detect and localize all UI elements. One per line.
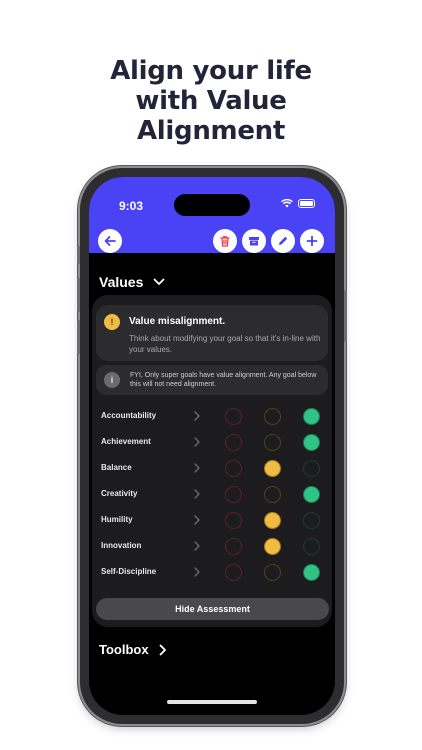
delete-button[interactable] xyxy=(213,229,237,253)
value-name: Self-Discipline xyxy=(101,567,157,576)
value-row[interactable]: Humility xyxy=(92,508,332,534)
rating-green-dot[interactable] xyxy=(303,538,320,555)
phone-volume-up xyxy=(77,278,80,312)
rating-green-dot[interactable] xyxy=(303,408,320,425)
rating-yellow-dot[interactable] xyxy=(264,512,281,529)
wifi-icon xyxy=(281,199,293,208)
value-row[interactable]: Accountability xyxy=(92,404,332,430)
values-section-toggle[interactable]: Values xyxy=(99,274,165,290)
value-name: Creativity xyxy=(101,489,138,498)
rating-green-dot[interactable] xyxy=(303,434,320,451)
rating-red-dot[interactable] xyxy=(225,538,242,555)
hide-assessment-button[interactable]: Hide Assessment xyxy=(96,598,329,620)
phone-volume-down xyxy=(77,320,80,354)
top-bar: 9:03 xyxy=(89,177,335,253)
warning-icon: ! xyxy=(104,314,120,330)
values-section-title: Values xyxy=(99,274,144,290)
phone-action-button xyxy=(77,246,80,264)
headline-line-3: Alignment xyxy=(136,116,286,146)
chevron-right-icon xyxy=(194,437,200,447)
rating-red-dot[interactable] xyxy=(225,408,242,425)
rating-yellow-dot[interactable] xyxy=(264,486,281,503)
rating-green-dot[interactable] xyxy=(303,564,320,581)
arrow-left-icon xyxy=(104,236,116,246)
value-name: Innovation xyxy=(101,541,142,550)
values-panel: ! Value misalignment. Think about modify… xyxy=(92,295,332,627)
fyi-note: i FYI, Only super goals have value align… xyxy=(96,365,328,395)
rating-green-dot[interactable] xyxy=(303,512,320,529)
back-button[interactable] xyxy=(98,229,122,253)
chevron-right-icon xyxy=(194,515,200,525)
archive-icon xyxy=(249,237,259,246)
dynamic-island xyxy=(174,194,250,216)
rating-green-dot[interactable] xyxy=(303,486,320,503)
headline-line-2: with Value xyxy=(135,86,287,116)
phone-frame: 9:03 Values ! Value misalignment. Think … xyxy=(77,168,347,724)
headline: Align your life with Value Alignment xyxy=(0,56,422,146)
rating-red-dot[interactable] xyxy=(225,564,242,581)
chevron-right-icon xyxy=(194,489,200,499)
phone-power-button xyxy=(344,290,347,342)
value-name: Balance xyxy=(101,463,132,472)
misalignment-alert: ! Value misalignment. Think about modify… xyxy=(96,305,328,361)
value-row[interactable]: Creativity xyxy=(92,482,332,508)
value-name: Achievement xyxy=(101,437,151,446)
value-row[interactable]: Self-Discipline xyxy=(92,560,332,586)
rating-red-dot[interactable] xyxy=(225,512,242,529)
rating-yellow-dot[interactable] xyxy=(264,564,281,581)
chevron-right-icon xyxy=(194,567,200,577)
fyi-text: FYI, Only super goals have value alignme… xyxy=(130,372,317,388)
status-time: 9:03 xyxy=(119,199,144,213)
edit-button[interactable] xyxy=(271,229,295,253)
home-indicator xyxy=(167,700,257,704)
value-row[interactable]: Innovation xyxy=(92,534,332,560)
chevron-down-icon xyxy=(153,278,165,285)
headline-line-1: Align your life xyxy=(110,56,312,86)
plus-icon xyxy=(306,235,318,247)
toolbox-title: Toolbox xyxy=(99,642,149,657)
app-screen: 9:03 Values ! Value misalignment. Think … xyxy=(89,177,335,715)
rating-red-dot[interactable] xyxy=(225,460,242,477)
rating-green-dot[interactable] xyxy=(303,460,320,477)
chevron-right-icon xyxy=(194,411,200,421)
chevron-right-icon xyxy=(194,463,200,473)
toolbox-link[interactable]: Toolbox xyxy=(99,642,167,657)
archive-button[interactable] xyxy=(242,229,266,253)
alert-title: Value misalignment. xyxy=(129,316,226,327)
info-icon: i xyxy=(104,372,120,388)
alert-text: Think about modifying your goal so that … xyxy=(129,334,321,354)
rating-yellow-dot[interactable] xyxy=(264,408,281,425)
value-name: Accountability xyxy=(101,411,157,420)
chevron-right-icon xyxy=(194,541,200,551)
value-name: Humility xyxy=(101,515,133,524)
value-row[interactable]: Achievement xyxy=(92,430,332,456)
rating-yellow-dot[interactable] xyxy=(264,460,281,477)
chevron-right-icon xyxy=(159,644,166,655)
rating-red-dot[interactable] xyxy=(225,486,242,503)
rating-red-dot[interactable] xyxy=(225,434,242,451)
value-row[interactable]: Balance xyxy=(92,456,332,482)
trash-icon xyxy=(220,236,230,247)
pencil-icon xyxy=(279,236,288,245)
battery-icon xyxy=(298,199,315,208)
status-icons xyxy=(281,199,315,208)
rating-yellow-dot[interactable] xyxy=(264,434,281,451)
add-button[interactable] xyxy=(300,229,324,253)
rating-yellow-dot[interactable] xyxy=(264,538,281,555)
